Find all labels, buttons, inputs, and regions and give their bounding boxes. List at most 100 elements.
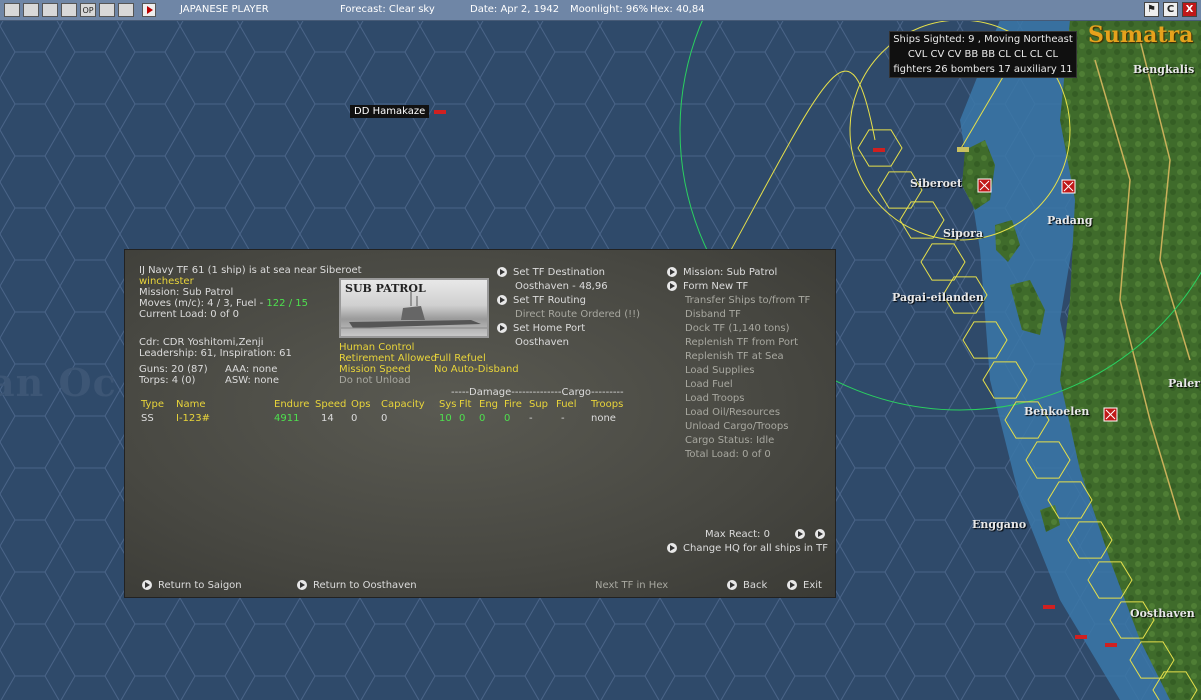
column-header[interactable]: Fuel <box>556 399 576 411</box>
place-label-siberoet: Siberoet <box>910 177 963 190</box>
tf-action-item[interactable]: Load Oil/Resources <box>685 407 780 419</box>
column-header[interactable]: Name <box>176 399 206 411</box>
form-new-tf-button[interactable]: Form New TF <box>667 281 748 293</box>
table-cell-type: SS <box>141 413 154 424</box>
tf-action-item[interactable]: Replenish TF at Sea <box>685 351 784 363</box>
toolbar-window-icon[interactable] <box>118 3 134 17</box>
table-cell-fuel: - <box>561 413 565 424</box>
exit-label: Exit <box>803 580 822 591</box>
arrow-icon <box>727 580 737 590</box>
toolbar-filter-icon[interactable] <box>61 3 77 17</box>
unit-tag[interactable]: DD Hamakaze <box>350 105 430 118</box>
current-load: Current Load: 0 of 0 <box>139 309 239 320</box>
arrow-icon <box>667 281 677 291</box>
column-header[interactable]: Ops <box>351 399 370 411</box>
tf-action-item[interactable]: Load Supplies <box>685 365 754 377</box>
arrow-icon <box>297 580 307 590</box>
react-decrease-icon[interactable] <box>795 529 805 539</box>
sighting-line-3: fighters 26 bombers 17 auxiliary 11 <box>893 64 1073 75</box>
column-header[interactable]: Speed <box>315 399 346 411</box>
damage-header: -----Damage----- <box>451 387 530 398</box>
table-cell-name[interactable]: I-123# <box>176 413 210 425</box>
arrow-icon <box>497 267 507 277</box>
tf-action-item[interactable]: Total Load: 0 of 0 <box>685 449 771 461</box>
base-icon <box>1061 179 1076 194</box>
mission-photo: SUB PATROL <box>339 278 489 338</box>
unload-option[interactable]: Do not Unload <box>339 375 411 387</box>
toolbar-op-button[interactable]: OP <box>80 3 96 17</box>
ship-icon[interactable] <box>1105 643 1117 647</box>
exit-button[interactable]: Exit <box>787 580 822 592</box>
set-destination-button[interactable]: Set TF Destination <box>497 267 605 279</box>
table-cell-endure: 4911 <box>274 413 300 424</box>
set-routing-button[interactable]: Set TF Routing <box>497 295 586 307</box>
tf-action-item[interactable]: Cargo Status: Idle <box>685 435 774 447</box>
arrow-icon <box>497 295 507 305</box>
table-cell-speed: 14 <box>321 413 334 424</box>
toolbar-globe-icon[interactable] <box>23 3 39 17</box>
player-label: JAPANESE PLAYER <box>180 4 269 15</box>
tf-action-item[interactable]: Replenish TF from Port <box>685 337 798 349</box>
column-header[interactable]: Fire <box>504 399 522 411</box>
close-button[interactable]: X <box>1182 2 1197 17</box>
column-header[interactable]: Sup <box>529 399 548 411</box>
torps-text: Torps: 4 (0) <box>139 375 196 386</box>
end-turn-play-icon[interactable] <box>142 3 156 17</box>
column-header[interactable]: Endure <box>274 399 309 411</box>
table-cell-capacity: 0 <box>381 413 388 424</box>
return-saigon-label: Return to Saigon <box>158 580 242 591</box>
tf-action-item[interactable]: Dock TF (1,140 tons) <box>685 323 790 335</box>
tf-action-item[interactable]: Load Fuel <box>685 379 733 391</box>
ship-icon[interactable] <box>434 110 446 114</box>
toolbar-menu-icon[interactable] <box>4 3 20 17</box>
column-header[interactable]: Flt <box>459 399 471 411</box>
tf-action-item[interactable]: Unload Cargo/Troops <box>685 421 788 433</box>
tf-action-item[interactable]: Disband TF <box>685 309 741 321</box>
back-button[interactable]: Back <box>727 580 767 592</box>
toolbar-gear-icon[interactable] <box>42 3 58 17</box>
column-header[interactable]: Eng <box>479 399 498 411</box>
leadership-text: Leadership: 61, Inspiration: 61 <box>139 348 292 359</box>
return-oosthaven-label: Return to Oosthaven <box>313 580 417 591</box>
ship-icon[interactable] <box>873 148 885 152</box>
column-header[interactable]: Sys <box>439 399 456 411</box>
base-icon <box>977 178 992 193</box>
ocean-label: an Oc <box>0 360 117 405</box>
column-header[interactable]: Troops <box>591 399 623 411</box>
route-status: Direct Route Ordered (!!) <box>515 309 641 320</box>
region-label-sumatra: Sumatra <box>1088 22 1194 48</box>
flag-icon[interactable]: ⚑ <box>1144 2 1159 17</box>
fuel-value: 122 / 15 <box>266 298 308 309</box>
next-tf-button[interactable]: Next TF in Hex <box>595 580 668 592</box>
asw-text: ASW: none <box>225 375 279 386</box>
sighting-report[interactable]: Ships Sighted: 9 , Moving Northeast CVL … <box>889 31 1077 78</box>
return-saigon-button[interactable]: Return to Saigon <box>142 580 242 592</box>
column-header[interactable]: Type <box>141 399 164 411</box>
return-oosthaven-button[interactable]: Return to Oosthaven <box>297 580 417 592</box>
place-label-oosthaven: Oosthaven <box>1130 607 1195 620</box>
ship-icon[interactable] <box>1043 605 1055 609</box>
arrow-icon <box>787 580 797 590</box>
moonlight-label: Moonlight: 96% <box>570 4 649 15</box>
hex-label: Hex: 40,84 <box>650 4 705 15</box>
auto-disband-option[interactable]: No Auto-Disband <box>434 364 519 376</box>
mission-menu-button[interactable]: Mission: Sub Patrol <box>667 267 777 279</box>
react-increase-icon[interactable] <box>815 529 825 539</box>
forecast-label: Forecast: Clear sky <box>340 4 435 15</box>
toolbar-list-icon[interactable] <box>99 3 115 17</box>
enemy-fleet-icon[interactable] <box>957 147 969 152</box>
mission-menu-label: Mission: Sub Patrol <box>683 267 778 278</box>
ship-icon[interactable] <box>1075 635 1087 639</box>
column-header[interactable]: Capacity <box>381 399 425 411</box>
tf-action-item[interactable]: Transfer Ships to/from TF <box>685 295 810 307</box>
tf-action-item[interactable]: Load Troops <box>685 393 745 405</box>
c-button[interactable]: C <box>1163 2 1178 17</box>
table-cell-fire: 0 <box>504 413 511 424</box>
set-home-port-label: Set Home Port <box>513 323 586 334</box>
set-home-port-button[interactable]: Set Home Port <box>497 323 585 335</box>
change-hq-button[interactable]: Change HQ for all ships in TF <box>667 543 828 555</box>
place-label-bengkalis: Bengkalis <box>1133 63 1195 76</box>
moves-label: Moves (m/c): 4 / 3, Fuel - <box>139 298 267 309</box>
change-hq-label: Change HQ for all ships in TF <box>683 543 829 554</box>
place-label-enggano: Enggano <box>972 518 1027 531</box>
